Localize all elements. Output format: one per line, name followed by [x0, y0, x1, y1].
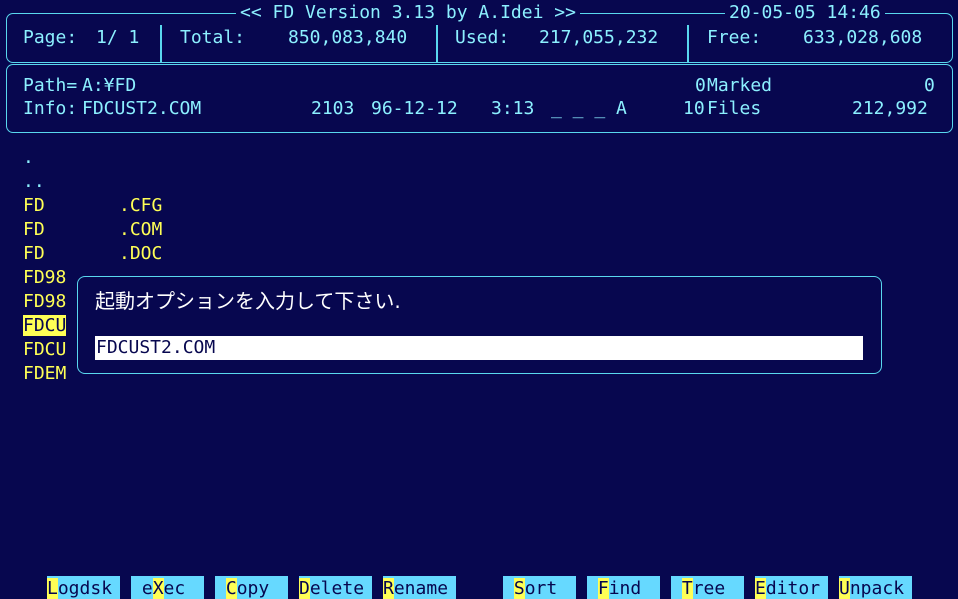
- file-entry[interactable]: FD98: [23, 291, 66, 313]
- file-entry[interactable]: FD .DOC: [23, 243, 162, 265]
- file-entry[interactable]: FD .CFG: [23, 195, 162, 217]
- fkey-delete[interactable]: Delete: [299, 576, 372, 599]
- free-label: Free:: [707, 27, 762, 48]
- header-divider: [160, 25, 162, 62]
- files-label: Files: [707, 98, 762, 119]
- header-divider: [436, 25, 438, 62]
- app-title: << FD Version 3.13 by A.Idei >>: [236, 3, 580, 25]
- clock: 20-05-05 14:46: [725, 3, 885, 25]
- info-file-attrs: _ _ _ A: [551, 98, 627, 119]
- launch-options-dialog: 起動オプションを入力して下さい.: [77, 276, 882, 374]
- launch-options-input[interactable]: [95, 336, 863, 360]
- file-entry[interactable]: FD .COM: [23, 219, 162, 241]
- fkey-unpack[interactable]: Unpack: [839, 576, 912, 599]
- path-label: Path=: [23, 75, 78, 96]
- path-value: A:¥FD: [82, 75, 137, 96]
- info-file-size: 2103: [311, 98, 355, 119]
- fkey-sort[interactable]: Sort: [503, 576, 576, 599]
- fkey-logdsk[interactable]: Logdsk: [47, 576, 120, 599]
- fkey-rename[interactable]: Rename: [383, 576, 456, 599]
- page-label: Page:: [23, 27, 78, 48]
- fkey-editor[interactable]: Editor: [755, 576, 828, 599]
- marked-count: 0: [695, 75, 706, 96]
- total-label: Total:: [180, 27, 246, 48]
- used-value: 217,055,232: [539, 27, 659, 48]
- file-entry-current-dir[interactable]: .: [23, 147, 34, 169]
- header-divider: [687, 25, 689, 62]
- file-entry[interactable]: FD98: [23, 267, 66, 289]
- info-file-name: FDCUST2.COM: [82, 98, 202, 119]
- fkey-tree[interactable]: Tree: [671, 576, 744, 599]
- info-file-time: 3:13: [491, 98, 535, 119]
- fkey-find[interactable]: Find: [587, 576, 660, 599]
- free-value: 633,028,608: [803, 27, 923, 48]
- files-size: 212,992: [852, 98, 928, 119]
- marked-label: Marked: [707, 75, 773, 96]
- total-value: 850,083,840: [288, 27, 408, 48]
- file-entry[interactable]: FDEM: [23, 363, 66, 385]
- page-value: 1/ 1: [96, 27, 140, 48]
- file-entry-selected[interactable]: FDCU: [23, 315, 67, 337]
- marked-size: 0: [924, 75, 935, 96]
- info-label: Info:: [23, 98, 78, 119]
- files-count: 10: [683, 98, 705, 119]
- info-file-date: 96-12-12: [371, 98, 458, 119]
- file-entry-parent-dir[interactable]: ..: [23, 171, 45, 193]
- fkey-copy[interactable]: Copy: [215, 576, 288, 599]
- function-key-bar: Logdsk eXec Copy Delete Rename Sort Find…: [0, 575, 958, 599]
- fkey-exec[interactable]: eXec: [131, 576, 204, 599]
- dialog-prompt: 起動オプションを入力して下さい.: [95, 289, 401, 313]
- used-label: Used:: [455, 27, 510, 48]
- file-entry[interactable]: FDCU: [23, 339, 66, 361]
